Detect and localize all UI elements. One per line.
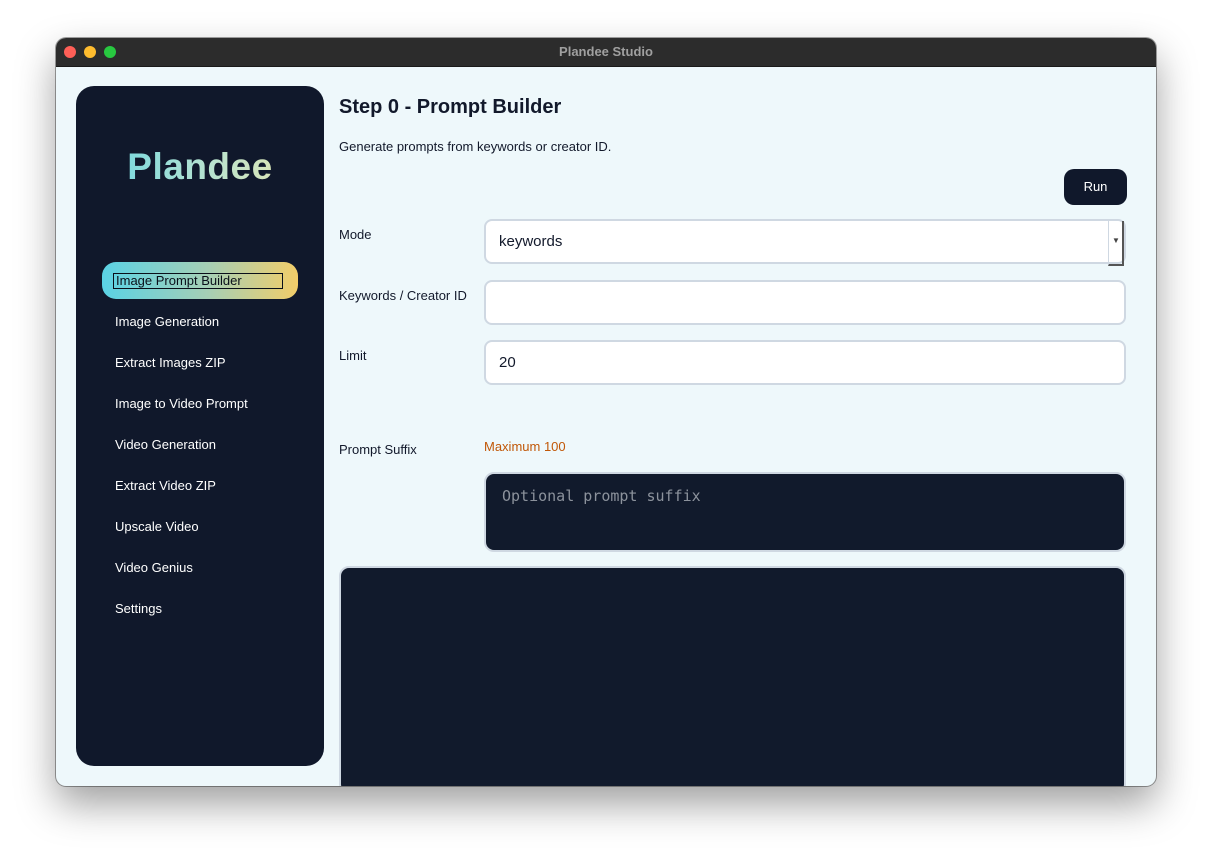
sidebar-item-label: Image Prompt Builder — [113, 273, 283, 289]
limit-label: Limit — [339, 348, 367, 363]
sidebar-item-label: Settings — [115, 601, 162, 616]
sidebar-item-video-generation[interactable]: Video Generation — [102, 426, 298, 463]
sidebar: Plandee Image Prompt Builder Image Gener… — [76, 86, 324, 766]
prompt-suffix-label: Prompt Suffix — [339, 442, 417, 457]
mode-label: Mode — [339, 227, 372, 242]
sidebar-item-upscale-video[interactable]: Upscale Video — [102, 508, 298, 545]
sidebar-item-label: Video Generation — [115, 437, 216, 452]
sidebar-item-video-genius[interactable]: Video Genius — [102, 549, 298, 586]
main-panel: Step 0 - Prompt Builder Generate prompts… — [339, 67, 1129, 786]
page-title: Step 0 - Prompt Builder — [339, 96, 562, 118]
run-button[interactable]: Run — [1064, 169, 1127, 205]
sidebar-item-label: Image to Video Prompt — [115, 396, 248, 411]
window-title: Plandee Studio — [559, 44, 653, 59]
sidebar-item-image-prompt-builder[interactable]: Image Prompt Builder — [102, 262, 298, 299]
sidebar-item-extract-video-zip[interactable]: Extract Video ZIP — [102, 467, 298, 504]
limit-input[interactable]: 20 — [484, 340, 1126, 385]
sidebar-nav: Image Prompt Builder Image Generation Ex… — [102, 262, 298, 631]
app-logo: Plandee — [76, 146, 324, 188]
mode-select-value: keywords — [499, 233, 563, 250]
sidebar-item-label: Video Genius — [115, 560, 193, 575]
sidebar-item-label: Image Generation — [115, 314, 220, 329]
dropdown-arrow-icon[interactable]: ▼ — [1108, 221, 1124, 266]
sidebar-item-label: Extract Video ZIP — [115, 478, 216, 493]
keywords-label: Keywords / Creator ID — [339, 288, 467, 303]
sidebar-item-extract-images-zip[interactable]: Extract Images ZIP — [102, 344, 298, 381]
sidebar-item-image-to-video-prompt[interactable]: Image to Video Prompt — [102, 385, 298, 422]
output-console[interactable] — [339, 566, 1126, 786]
sidebar-item-settings[interactable]: Settings — [102, 590, 298, 627]
app-window: Plandee Studio Plandee Image Prompt Buil… — [56, 38, 1156, 786]
window-content: Plandee Image Prompt Builder Image Gener… — [56, 67, 1156, 786]
page-description: Generate prompts from keywords or creato… — [339, 139, 612, 154]
title-bar: Plandee Studio — [56, 38, 1156, 67]
sidebar-item-label: Upscale Video — [115, 519, 199, 534]
keywords-input[interactable] — [484, 280, 1126, 325]
mode-select[interactable]: keywords ▼ — [484, 219, 1126, 266]
sidebar-item-label: Extract Images ZIP — [115, 355, 226, 370]
sidebar-item-image-generation[interactable]: Image Generation — [102, 303, 298, 340]
limit-hint: Maximum 100 — [484, 439, 566, 454]
prompt-suffix-textarea[interactable]: Optional prompt suffix — [484, 472, 1126, 552]
